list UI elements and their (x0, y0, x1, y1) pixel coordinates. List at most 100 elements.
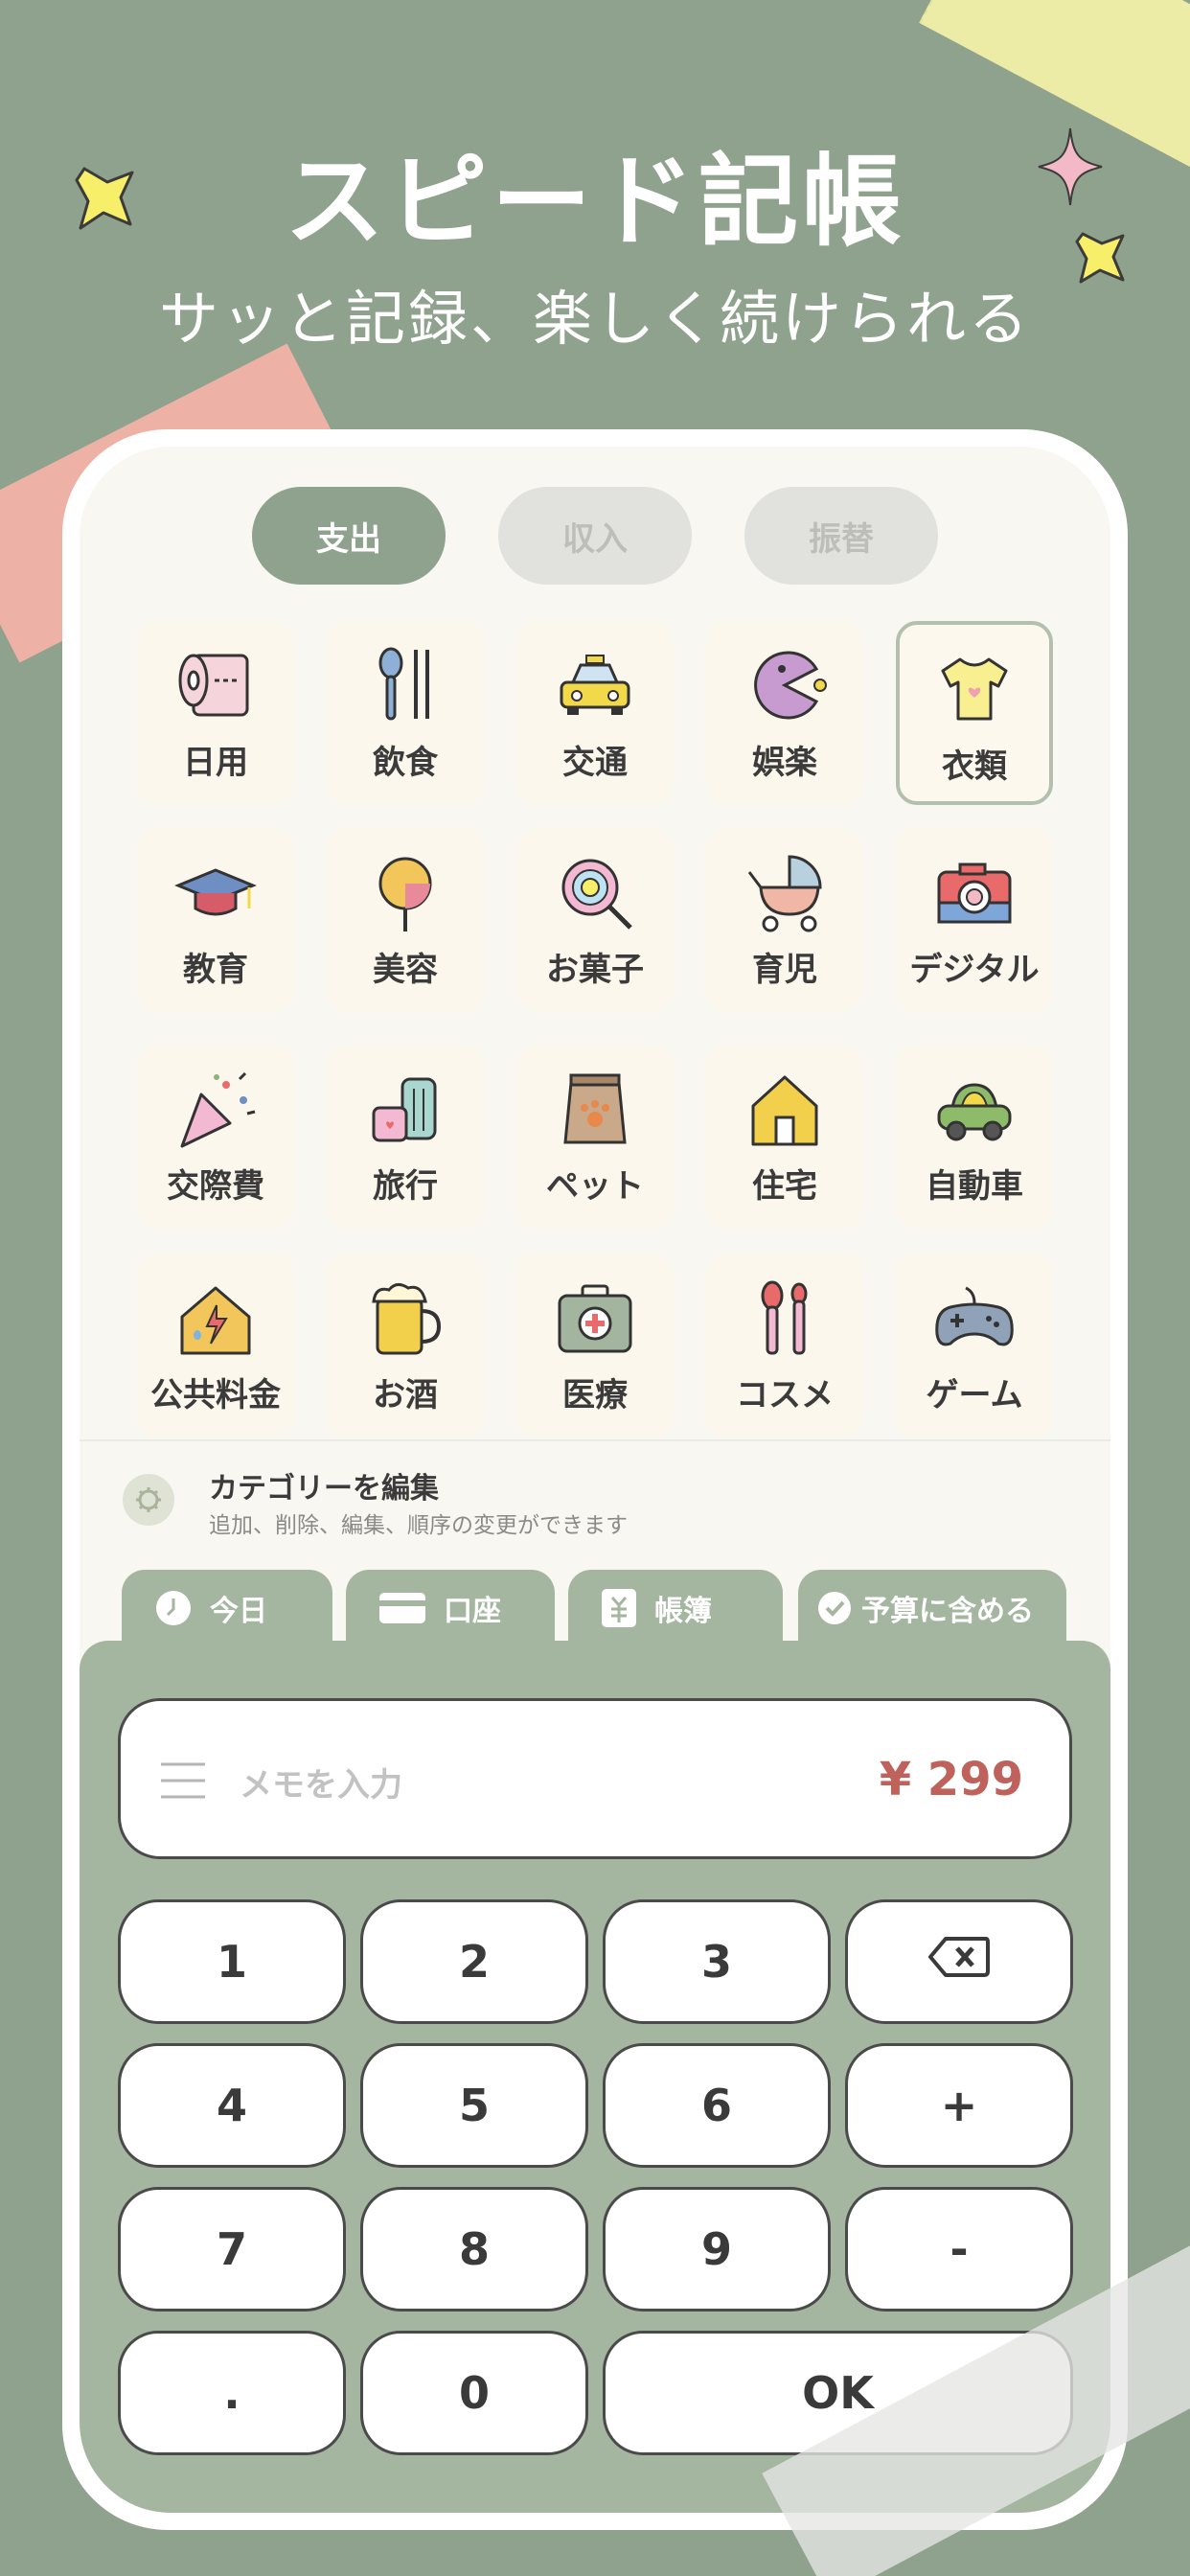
edit-category-row[interactable]: カテゴリーを編集 追加、削除、編集、順序の変更ができます (123, 1455, 985, 1541)
key-decimal[interactable]: . (118, 2331, 346, 2455)
headline: スピード記帳 (284, 143, 905, 260)
category-childcare[interactable]: 育児 (706, 828, 863, 1012)
category-housing[interactable]: 住宅 (706, 1045, 863, 1229)
category-cosmetics[interactable]: コスメ (706, 1254, 863, 1438)
category-label: 自動車 (926, 1167, 1023, 1206)
category-label: 交通 (562, 744, 628, 782)
first-aid-icon (558, 1284, 632, 1353)
category-car[interactable]: 自動車 (896, 1045, 1053, 1229)
tab-label: 口座 (444, 1595, 501, 1628)
taxi-icon (560, 655, 630, 715)
key-2[interactable]: 2 (360, 1899, 588, 2024)
category-entertainment[interactable]: 娯楽 (706, 621, 863, 805)
category-sweets[interactable]: お菓子 (516, 828, 674, 1012)
phone-frame: 支出 収入 振替 日用 飲食 交通 娯楽 衣類 教育 美容 お菓子 育児 デジタ… (62, 429, 1128, 2530)
tab-account[interactable]: 口座 (346, 1570, 555, 1646)
luggage-icon (372, 1077, 437, 1142)
divider (80, 1439, 1110, 1441)
category-label: 交際費 (167, 1167, 264, 1206)
category-label: 公共料金 (150, 1376, 281, 1414)
category-label: 教育 (183, 951, 248, 989)
ledger-icon (601, 1588, 637, 1628)
key-5[interactable]: 5 (360, 2043, 588, 2168)
lollipop-icon (561, 859, 632, 930)
gamepad-icon (935, 1286, 1014, 1346)
clock-icon (154, 1589, 193, 1627)
amount-display: ¥ 299 (879, 1753, 1023, 1806)
toilet-paper-icon (178, 654, 249, 717)
key-3[interactable]: 3 (603, 1899, 831, 2024)
category-label: ゲーム (926, 1376, 1023, 1414)
category-label: 住宅 (752, 1167, 817, 1206)
utilities-house-icon (180, 1286, 251, 1355)
gear-icon (123, 1474, 174, 1526)
category-label: デジタル (909, 951, 1040, 989)
category-social[interactable]: 交際費 (137, 1045, 294, 1229)
category-label: 医療 (562, 1376, 628, 1414)
tab-transfer[interactable]: 振替 (744, 487, 938, 585)
category-education[interactable]: 教育 (137, 828, 294, 1012)
category-label: お酒 (373, 1376, 438, 1414)
key-1[interactable]: 1 (118, 1899, 346, 2024)
category-label: 美容 (373, 951, 438, 989)
category-label: 飲食 (373, 744, 438, 782)
category-medical[interactable]: 医療 (516, 1254, 674, 1438)
category-pet[interactable]: ペット (516, 1045, 674, 1229)
category-label: 衣類 (942, 748, 1007, 786)
camera-icon (937, 862, 1012, 924)
category-transport[interactable]: 交通 (516, 621, 674, 805)
category-label: ペット (546, 1167, 644, 1206)
category-games[interactable]: ゲーム (896, 1254, 1053, 1438)
backspace-icon (928, 1936, 990, 1988)
key-7[interactable]: 7 (118, 2187, 346, 2312)
category-label: 育児 (752, 951, 817, 989)
edit-category-title: カテゴリーを編集 (209, 1472, 439, 1506)
cutlery-icon (378, 647, 429, 721)
key-0[interactable]: 0 (360, 2331, 588, 2455)
category-alcohol[interactable]: お酒 (327, 1254, 484, 1438)
check-circle-icon (817, 1591, 852, 1625)
category-label: 娯楽 (752, 744, 817, 782)
memo-field[interactable]: メモを入力 ¥ 299 (118, 1698, 1072, 1859)
edit-category-subtitle: 追加、削除、編集、順序の変更ができます (209, 1513, 628, 1538)
tab-label: 帳簿 (654, 1595, 712, 1628)
key-8[interactable]: 8 (360, 2187, 588, 2312)
tab-ledger[interactable]: 帳簿 (568, 1570, 783, 1646)
key-4[interactable]: 4 (118, 2043, 346, 2168)
tab-expense[interactable]: 支出 (252, 487, 446, 585)
backspace-button[interactable] (845, 1899, 1073, 2024)
house-icon (751, 1075, 818, 1146)
key-minus[interactable]: - (845, 2187, 1073, 2312)
party-popper-icon (180, 1071, 256, 1148)
graduation-cap-icon (174, 868, 257, 916)
category-label: 日用 (183, 744, 248, 782)
category-label: お菓子 (546, 951, 644, 989)
category-clothing[interactable]: 衣類 (896, 621, 1053, 805)
stroller-icon (747, 855, 822, 932)
car-icon (937, 1083, 1012, 1141)
category-travel[interactable]: 旅行 (327, 1045, 484, 1229)
key-plus[interactable]: + (845, 2043, 1073, 2168)
key-6[interactable]: 6 (603, 2043, 831, 2168)
tab-income[interactable]: 収入 (498, 487, 692, 585)
memo-placeholder: メモを入力 (240, 1766, 402, 1805)
category-utilities[interactable]: 公共料金 (137, 1254, 294, 1438)
category-digital[interactable]: デジタル (896, 828, 1053, 1012)
subline: サッと記録、楽しく続けられる (158, 284, 1031, 354)
beer-icon (372, 1283, 442, 1355)
makeup-brush-icon (761, 1280, 808, 1355)
tshirt-icon (941, 657, 1008, 721)
category-food[interactable]: 飲食 (327, 621, 484, 805)
category-label: 旅行 (373, 1167, 438, 1206)
app-screen: 支出 収入 振替 日用 飲食 交通 娯楽 衣類 教育 美容 お菓子 育児 デジタ… (80, 447, 1110, 2513)
pacman-icon (754, 651, 827, 720)
candy-apple-icon (378, 857, 432, 932)
key-9[interactable]: 9 (603, 2187, 831, 2312)
tab-today[interactable]: 今日 (122, 1570, 332, 1646)
card-icon (378, 1592, 426, 1624)
category-beauty[interactable]: 美容 (327, 828, 484, 1012)
menu-icon (159, 1760, 207, 1805)
category-daily[interactable]: 日用 (137, 621, 294, 805)
tab-label: 予算に含める (861, 1595, 1034, 1628)
tab-include-budget[interactable]: 予算に含める (798, 1570, 1066, 1646)
